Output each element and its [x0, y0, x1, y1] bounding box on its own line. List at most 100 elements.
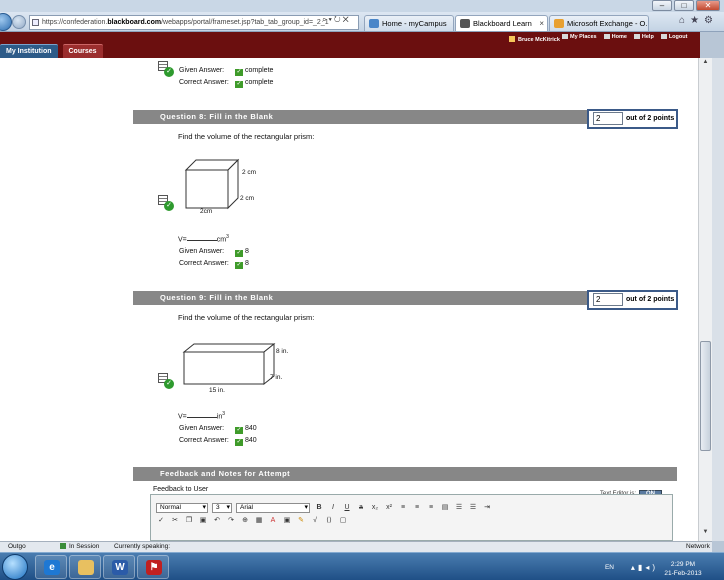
- html-icon[interactable]: ⟨⟩: [324, 516, 334, 526]
- user-name[interactable]: Bruce McKitrick: [509, 36, 560, 43]
- preview-icon[interactable]: ▢: [338, 516, 348, 526]
- logout-link[interactable]: Logout: [661, 34, 688, 40]
- paste-icon[interactable]: ▤: [440, 503, 450, 513]
- vertical-scrollbar[interactable]: ▲ ▼: [698, 58, 712, 541]
- underline-button[interactable]: U: [342, 503, 352, 513]
- image-icon[interactable]: ▣: [282, 516, 292, 526]
- minimize-button[interactable]: –: [652, 0, 672, 11]
- prev-correct-answer: Correct Answer: ✓ complete: [179, 79, 273, 88]
- scroll-down-icon[interactable]: ▼: [700, 529, 711, 540]
- close-window-button[interactable]: ✕: [696, 0, 720, 11]
- align-center-icon[interactable]: ≡: [412, 503, 422, 513]
- q8-given-answer: Given Answer: ✓ 8: [179, 248, 249, 257]
- tab-microsoft-exchange[interactable]: Microsoft Exchange - O...: [549, 15, 649, 31]
- favorites-star-icon[interactable]: ★: [690, 15, 704, 26]
- blackboard-header: Bruce McKitrick My Places Home Help Logo…: [0, 32, 700, 58]
- editor-toolbar-row-2: ✓ ✂ ❐ ▣ ↶ ↷ ⊕ ▦ A ▣ ✎ √ ⟨⟩ ▢: [156, 516, 348, 526]
- help-link[interactable]: Help: [634, 34, 654, 40]
- redo-icon[interactable]: ↷: [226, 516, 236, 526]
- refresh-icon[interactable]: ↻: [334, 15, 343, 24]
- tray-icons: ▴▮◂): [631, 563, 658, 572]
- start-button[interactable]: [2, 554, 28, 580]
- paste-icon[interactable]: ▣: [198, 516, 208, 526]
- text-color-icon[interactable]: A: [268, 516, 278, 526]
- superscript-button[interactable]: x²: [384, 503, 394, 513]
- copy-icon[interactable]: ❐: [184, 516, 194, 526]
- highlight-icon[interactable]: ✎: [296, 516, 306, 526]
- subscript-button[interactable]: x₂: [370, 503, 380, 513]
- mycampus-icon: [369, 19, 379, 28]
- italic-button[interactable]: I: [328, 503, 338, 513]
- status-outgoing: Outgo: [8, 543, 26, 550]
- address-tools: ⌕▾↻✕: [322, 15, 351, 25]
- question-status-icon: ✓: [158, 373, 174, 389]
- my-places-link[interactable]: My Places: [562, 34, 597, 40]
- given-answer-label: Given Answer:: [179, 425, 225, 432]
- bold-button[interactable]: B: [314, 503, 324, 513]
- address-bar[interactable]: https://confederation.blackboard.com/web…: [29, 15, 359, 30]
- feedback-label: Feedback to User: [153, 486, 209, 493]
- correct-answer-label: Correct Answer:: [179, 79, 229, 86]
- maximize-button[interactable]: □: [674, 0, 694, 11]
- language-indicator[interactable]: EN: [605, 564, 614, 571]
- given-answer-value: complete: [245, 67, 274, 74]
- tab-my-institution[interactable]: My Institution: [0, 44, 58, 58]
- page-icon: [32, 19, 39, 26]
- window-frame-edge: [712, 58, 724, 541]
- spellcheck-icon[interactable]: ✓: [156, 516, 166, 526]
- numbered-list-icon[interactable]: ☰: [454, 503, 464, 513]
- taskbar-explorer[interactable]: [69, 555, 101, 579]
- volume-icon[interactable]: ◂): [645, 563, 658, 572]
- url-prefix: https://confederation.: [42, 19, 108, 26]
- gear-icon[interactable]: ⚙: [704, 15, 718, 26]
- back-button[interactable]: [0, 13, 12, 31]
- blank-unit: cm: [216, 236, 227, 244]
- question-8-points: 2 out of 2 points: [587, 109, 678, 129]
- prism-figure: [182, 342, 276, 386]
- folder-icon: [78, 560, 94, 575]
- strikethrough-button[interactable]: a: [356, 503, 366, 513]
- indent-icon[interactable]: ⇥: [482, 503, 492, 513]
- blank-prefix: V=: [178, 413, 187, 421]
- link-icon[interactable]: ⊕: [240, 516, 250, 526]
- taskbar-word[interactable]: W: [103, 555, 135, 579]
- status-bar: Outgo In Session Currently speaking: Net…: [0, 541, 712, 552]
- scroll-up-icon[interactable]: ▲: [700, 59, 711, 70]
- taskbar-app[interactable]: ⚑: [137, 555, 169, 579]
- check-icon: ✓: [235, 250, 243, 257]
- taskbar-ie[interactable]: e: [35, 555, 67, 579]
- align-right-icon[interactable]: ≡: [426, 503, 436, 513]
- cut-icon[interactable]: ✂: [170, 516, 180, 526]
- points-input[interactable]: 2: [593, 111, 623, 125]
- undo-icon[interactable]: ↶: [212, 516, 222, 526]
- feedback-header: Feedback and Notes for Attempt: [133, 467, 677, 481]
- scroll-thumb[interactable]: [700, 341, 711, 451]
- forward-button[interactable]: [12, 15, 26, 29]
- bullet-list-icon[interactable]: ☰: [468, 503, 478, 513]
- clock[interactable]: 2:29 PM 21-Feb-2013: [660, 560, 706, 578]
- tab-courses[interactable]: Courses: [62, 44, 103, 58]
- url-domain: blackboard.com: [107, 19, 162, 26]
- points-suffix: out of 2 points: [626, 115, 675, 122]
- math-icon[interactable]: √: [310, 516, 320, 526]
- q9-correct-answer: Correct Answer: ✓ 840: [179, 437, 257, 446]
- stop-icon[interactable]: ✕: [343, 15, 351, 24]
- home-icon[interactable]: ⌂: [679, 15, 690, 26]
- tab-label: Microsoft Exchange - O...: [567, 19, 649, 28]
- tab-home-mycampus[interactable]: Home - myCampus: [364, 15, 454, 31]
- close-tab-icon[interactable]: ×: [539, 16, 544, 31]
- table-icon[interactable]: ▦: [254, 516, 264, 526]
- format-select[interactable]: Normal: [156, 503, 208, 513]
- window-titlebar: – □ ✕: [0, 0, 724, 12]
- content-area: ✓ Given Answer: ✓ complete Correct Answer:…: [0, 58, 698, 541]
- window-controls: – □ ✕: [652, 0, 720, 11]
- tray-expand-icon[interactable]: ▴: [631, 563, 638, 572]
- size-select[interactable]: 3: [212, 503, 232, 513]
- tab-blackboard-learn[interactable]: Blackboard Learn ×: [455, 15, 548, 31]
- align-left-icon[interactable]: ≡: [398, 503, 408, 513]
- home-link[interactable]: Home: [604, 34, 627, 40]
- check-icon: ✓: [235, 427, 243, 434]
- check-icon: ✓: [235, 69, 243, 76]
- font-select[interactable]: Arial: [236, 503, 310, 513]
- points-input[interactable]: 2: [593, 292, 623, 306]
